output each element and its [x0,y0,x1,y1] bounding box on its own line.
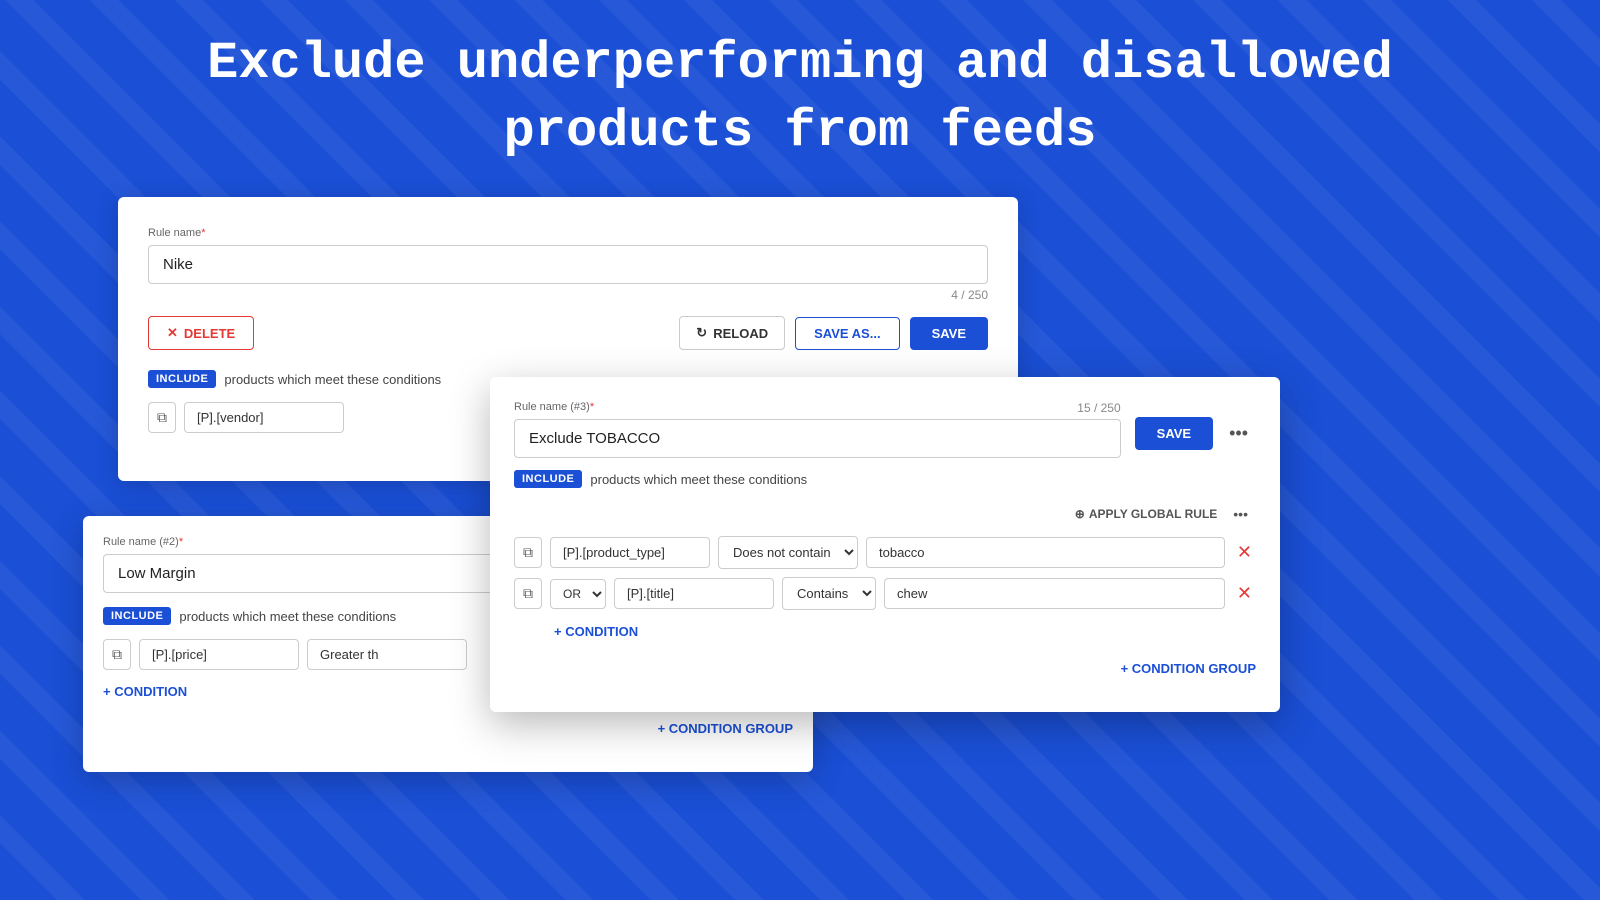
panel1-copy-button[interactable]: ⧉ [148,402,176,433]
panel1-action-row: ✕ DELETE ↻ RELOAD SAVE AS... SAVE [148,316,988,350]
panel3-condition-row-1: ⧉ [P].[product_type] Does not contain ✕ [514,536,1256,569]
panel3-copy-btn-1[interactable]: ⧉ [514,537,542,568]
delete-icon: ✕ [167,325,178,341]
panel1-right-actions: ↻ RELOAD SAVE AS... SAVE [679,316,988,350]
panel1-save-as-button[interactable]: SAVE AS... [795,317,899,350]
panel1-reload-button[interactable]: ↻ RELOAD [679,316,785,350]
panel3-condition-row-2: ⧉ OR [P].[title] Contains ✕ [514,577,1256,610]
panel2-copy-button[interactable]: ⧉ [103,639,131,670]
panel3-operator-2[interactable]: Contains [782,577,876,610]
page-title: Exclude underperforming and disallowed p… [0,30,1600,165]
panel3-rule-name-input[interactable] [514,419,1121,458]
panel3-value-1[interactable] [866,537,1225,568]
panel3-more-button[interactable]: ••• [1221,419,1256,448]
panel1-delete-button[interactable]: ✕ DELETE [148,316,254,350]
panel3-add-condition-group-button[interactable]: + CONDITION GROUP [1121,655,1256,682]
panel2-add-condition-button[interactable]: + CONDITION [103,678,187,705]
panel3-apply-more-button[interactable]: ••• [1225,502,1256,526]
panel3-apply-global-row: ⊕ APPLY GLOBAL RULE ••• [514,502,1256,526]
panel1-include-badge: INCLUDE [148,370,216,388]
panel2-operator: Greater th [307,639,467,670]
panel3-add-condition-button[interactable]: + CONDITION [554,618,638,645]
panel3-or-select[interactable]: OR [550,579,606,609]
panel1-field: [P].[vendor] [184,402,344,433]
copy-icon-2: ⧉ [112,646,122,662]
panel-exclude-tobacco: Rule name (#3)* 15 / 250 SAVE ••• INCLUD… [490,377,1280,712]
panel1-rule-name-input[interactable] [148,245,988,284]
panel3-field-2: [P].[title] [614,578,774,609]
panel3-section-header: INCLUDE products which meet these condit… [514,470,1256,488]
panel3-section-desc: products which meet these conditions [590,472,807,487]
panel1-char-count: 4 / 250 [148,288,988,302]
panel3-remove-btn-2[interactable]: ✕ [1233,583,1256,604]
panel3-copy-btn-2[interactable]: ⧉ [514,578,542,609]
copy-icon: ⧉ [157,409,167,425]
panel3-remove-btn-1[interactable]: ✕ [1233,542,1256,563]
globe-icon: ⊕ [1075,507,1085,521]
panel3-rule-label: Rule name (#3)* 15 / 250 [514,401,1121,413]
panel2-section-desc: products which meet these conditions [179,609,396,624]
panel3-char-count: 15 / 250 [1077,401,1120,415]
panel3-field-1: [P].[product_type] [550,537,710,568]
copy-icon-3: ⧉ [523,544,533,560]
panel3-operator-1[interactable]: Does not contain [718,536,858,569]
copy-icon-4: ⧉ [523,585,533,601]
panel2-add-condition-group-button[interactable]: + CONDITION GROUP [658,715,793,742]
panel3-apply-global-button[interactable]: ⊕ APPLY GLOBAL RULE [1075,507,1218,521]
panel3-value-2[interactable] [884,578,1225,609]
panel2-include-badge: INCLUDE [103,607,171,625]
panel3-include-badge: INCLUDE [514,470,582,488]
panel1-save-button[interactable]: SAVE [910,317,988,350]
reload-icon: ↻ [696,325,707,341]
panel1-section-desc: products which meet these conditions [224,372,441,387]
panel2-field: [P].[price] [139,639,299,670]
panel3-save-button[interactable]: SAVE [1135,417,1213,450]
panel1-rule-label: Rule name* [148,227,988,239]
